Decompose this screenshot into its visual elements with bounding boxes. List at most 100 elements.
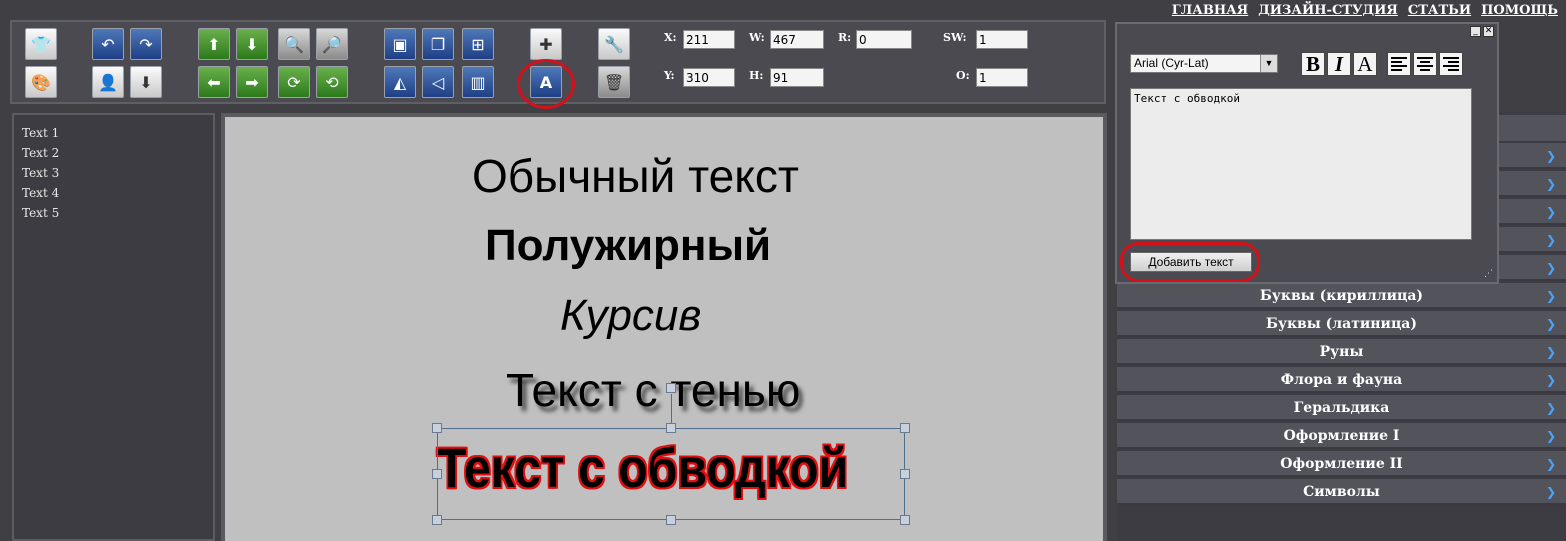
- selection-box: [437, 428, 905, 520]
- canvas-text-shadow[interactable]: Текст с тенью: [506, 363, 800, 417]
- top-navigation: ГЛАВНАЯ ДИЗАЙН-СТУДИЯ СТАТЬИ ПОМОЩЬ: [1172, 3, 1558, 18]
- chevron-down-icon: ❯: [1545, 457, 1556, 471]
- highlight-circle-add-button: [1120, 242, 1260, 282]
- nav-help-link[interactable]: ПОМОЩЬ: [1481, 3, 1558, 18]
- chevron-down-icon: ❯: [1545, 233, 1556, 247]
- rotate-handle[interactable]: [666, 383, 676, 393]
- flip-horizontal-icon[interactable]: ◭: [384, 66, 416, 98]
- chevron-down-icon: ❯: [1545, 317, 1556, 331]
- canvas-text-italic[interactable]: Курсив: [560, 291, 701, 341]
- nav-design-studio-link[interactable]: ДИЗАЙН-СТУДИЯ: [1258, 3, 1398, 18]
- rotate-ccw-icon[interactable]: ⟲: [316, 66, 348, 98]
- chevron-down-icon: ❯: [1545, 345, 1556, 359]
- category-label: Символы: [1303, 484, 1380, 500]
- tools-icon[interactable]: 🔧: [598, 28, 630, 60]
- h-input[interactable]: [770, 68, 824, 87]
- close-button[interactable]: ✕: [1483, 26, 1494, 37]
- sw-label: SW:: [943, 31, 967, 44]
- category-label: Руны: [1319, 344, 1364, 360]
- add-image-icon[interactable]: ✚: [530, 28, 562, 60]
- group-icon[interactable]: ▥: [462, 66, 494, 98]
- y-label: Y:: [664, 69, 675, 82]
- arrow-left-icon[interactable]: ⬅: [198, 66, 230, 98]
- align-icon[interactable]: ⊞: [462, 28, 494, 60]
- category-heraldry[interactable]: Геральдика ❯: [1117, 395, 1566, 421]
- category-decoration-1[interactable]: Оформление I ❯: [1117, 423, 1566, 449]
- category-label: Буквы (латиница): [1266, 316, 1417, 332]
- o-label: O:: [956, 69, 970, 82]
- resize-handle[interactable]: [432, 515, 442, 525]
- layers-panel: Text 1 Text 2 Text 3 Text 4 Text 5: [12, 113, 215, 541]
- chevron-down-icon: ❯: [1545, 177, 1556, 191]
- category-cyrillic-letters[interactable]: Буквы (кириллица) ❯: [1117, 283, 1566, 309]
- zoom-in-icon[interactable]: 🔍: [278, 28, 310, 60]
- outline-button[interactable]: A: [1353, 52, 1377, 76]
- sw-input[interactable]: [976, 30, 1028, 49]
- chevron-down-icon: ❯: [1545, 401, 1556, 415]
- category-latin-letters[interactable]: Буквы (латиница) ❯: [1117, 311, 1566, 337]
- category-runes[interactable]: Руны ❯: [1117, 339, 1566, 365]
- layer-item[interactable]: Text 5: [22, 203, 205, 223]
- r-label: R:: [838, 31, 852, 44]
- highlight-circle-add-text: [517, 59, 575, 109]
- chevron-down-icon: ❯: [1545, 289, 1556, 303]
- align-left-icon[interactable]: [1387, 52, 1411, 76]
- arrow-up-icon[interactable]: ⬆: [198, 28, 230, 60]
- font-select[interactable]: Arial (Cyr-Lat) ▼: [1130, 54, 1278, 73]
- canvas-area[interactable]: Обычный текст Полужирный Курсив Текст с …: [225, 117, 1103, 541]
- bold-button[interactable]: B: [1301, 52, 1325, 76]
- resize-handle[interactable]: [432, 469, 442, 479]
- redo-icon[interactable]: ↷: [130, 28, 162, 60]
- minimize-button[interactable]: _: [1470, 26, 1481, 37]
- download-icon[interactable]: ⬇: [130, 66, 162, 98]
- resize-handle[interactable]: [432, 423, 442, 433]
- x-input[interactable]: [683, 30, 735, 49]
- align-center-icon[interactable]: [1413, 52, 1437, 76]
- y-input[interactable]: [683, 68, 735, 87]
- layer-item[interactable]: Text 3: [22, 163, 205, 183]
- layer-item[interactable]: Text 2: [22, 143, 205, 163]
- chevron-down-icon: ▼: [1260, 55, 1277, 72]
- w-input[interactable]: [770, 30, 824, 49]
- o-input[interactable]: [976, 68, 1028, 87]
- resize-grip-icon[interactable]: ⋰: [1484, 269, 1494, 279]
- send-back-icon[interactable]: ❐: [422, 28, 454, 60]
- layer-item[interactable]: Text 1: [22, 123, 205, 143]
- canvas-text-bold[interactable]: Полужирный: [485, 221, 771, 271]
- resize-handle[interactable]: [900, 469, 910, 479]
- category-decoration-2[interactable]: Оформление II ❯: [1117, 451, 1566, 477]
- resize-handle[interactable]: [900, 423, 910, 433]
- undo-icon[interactable]: ↶: [92, 28, 124, 60]
- arrow-down-icon[interactable]: ⬇: [236, 28, 268, 60]
- x-label: X:: [664, 31, 677, 44]
- trash-icon[interactable]: 🗑: [598, 66, 630, 98]
- italic-button[interactable]: I: [1327, 52, 1351, 76]
- palette-icon[interactable]: 🎨: [25, 66, 57, 98]
- flip-vertical-icon[interactable]: ◁: [422, 66, 454, 98]
- canvas-text-normal[interactable]: Обычный текст: [472, 149, 799, 203]
- category-symbols[interactable]: Символы ❯: [1117, 479, 1566, 505]
- rotate-cw-icon[interactable]: ⟳: [278, 66, 310, 98]
- category-flora-fauna[interactable]: Флора и фауна ❯: [1117, 367, 1566, 393]
- chevron-down-icon: ❯: [1545, 373, 1556, 387]
- nav-articles-link[interactable]: СТАТЬИ: [1408, 3, 1471, 18]
- layer-item[interactable]: Text 4: [22, 183, 205, 203]
- align-right-icon[interactable]: [1439, 52, 1463, 76]
- bring-front-icon[interactable]: ▣: [384, 28, 416, 60]
- user-search-icon[interactable]: 👤: [92, 66, 124, 98]
- resize-handle[interactable]: [666, 515, 676, 525]
- text-input[interactable]: Текст с обводкой: [1130, 88, 1472, 240]
- chevron-down-icon: ❯: [1545, 205, 1556, 219]
- shirt-icon[interactable]: 👕: [25, 28, 57, 60]
- arrow-right-icon[interactable]: ➡: [236, 66, 268, 98]
- resize-handle[interactable]: [900, 515, 910, 525]
- r-input[interactable]: [856, 30, 912, 49]
- design-canvas: Обычный текст Полужирный Курсив Текст с …: [221, 113, 1107, 541]
- zoom-out-icon[interactable]: 🔎: [316, 28, 348, 60]
- category-label: Оформление II: [1280, 456, 1403, 472]
- font-select-value: Arial (Cyr-Lat): [1134, 56, 1209, 70]
- resize-handle[interactable]: [666, 423, 676, 433]
- category-label: Геральдика: [1293, 400, 1390, 416]
- chevron-down-icon: ❯: [1545, 485, 1556, 499]
- nav-home-link[interactable]: ГЛАВНАЯ: [1172, 3, 1248, 18]
